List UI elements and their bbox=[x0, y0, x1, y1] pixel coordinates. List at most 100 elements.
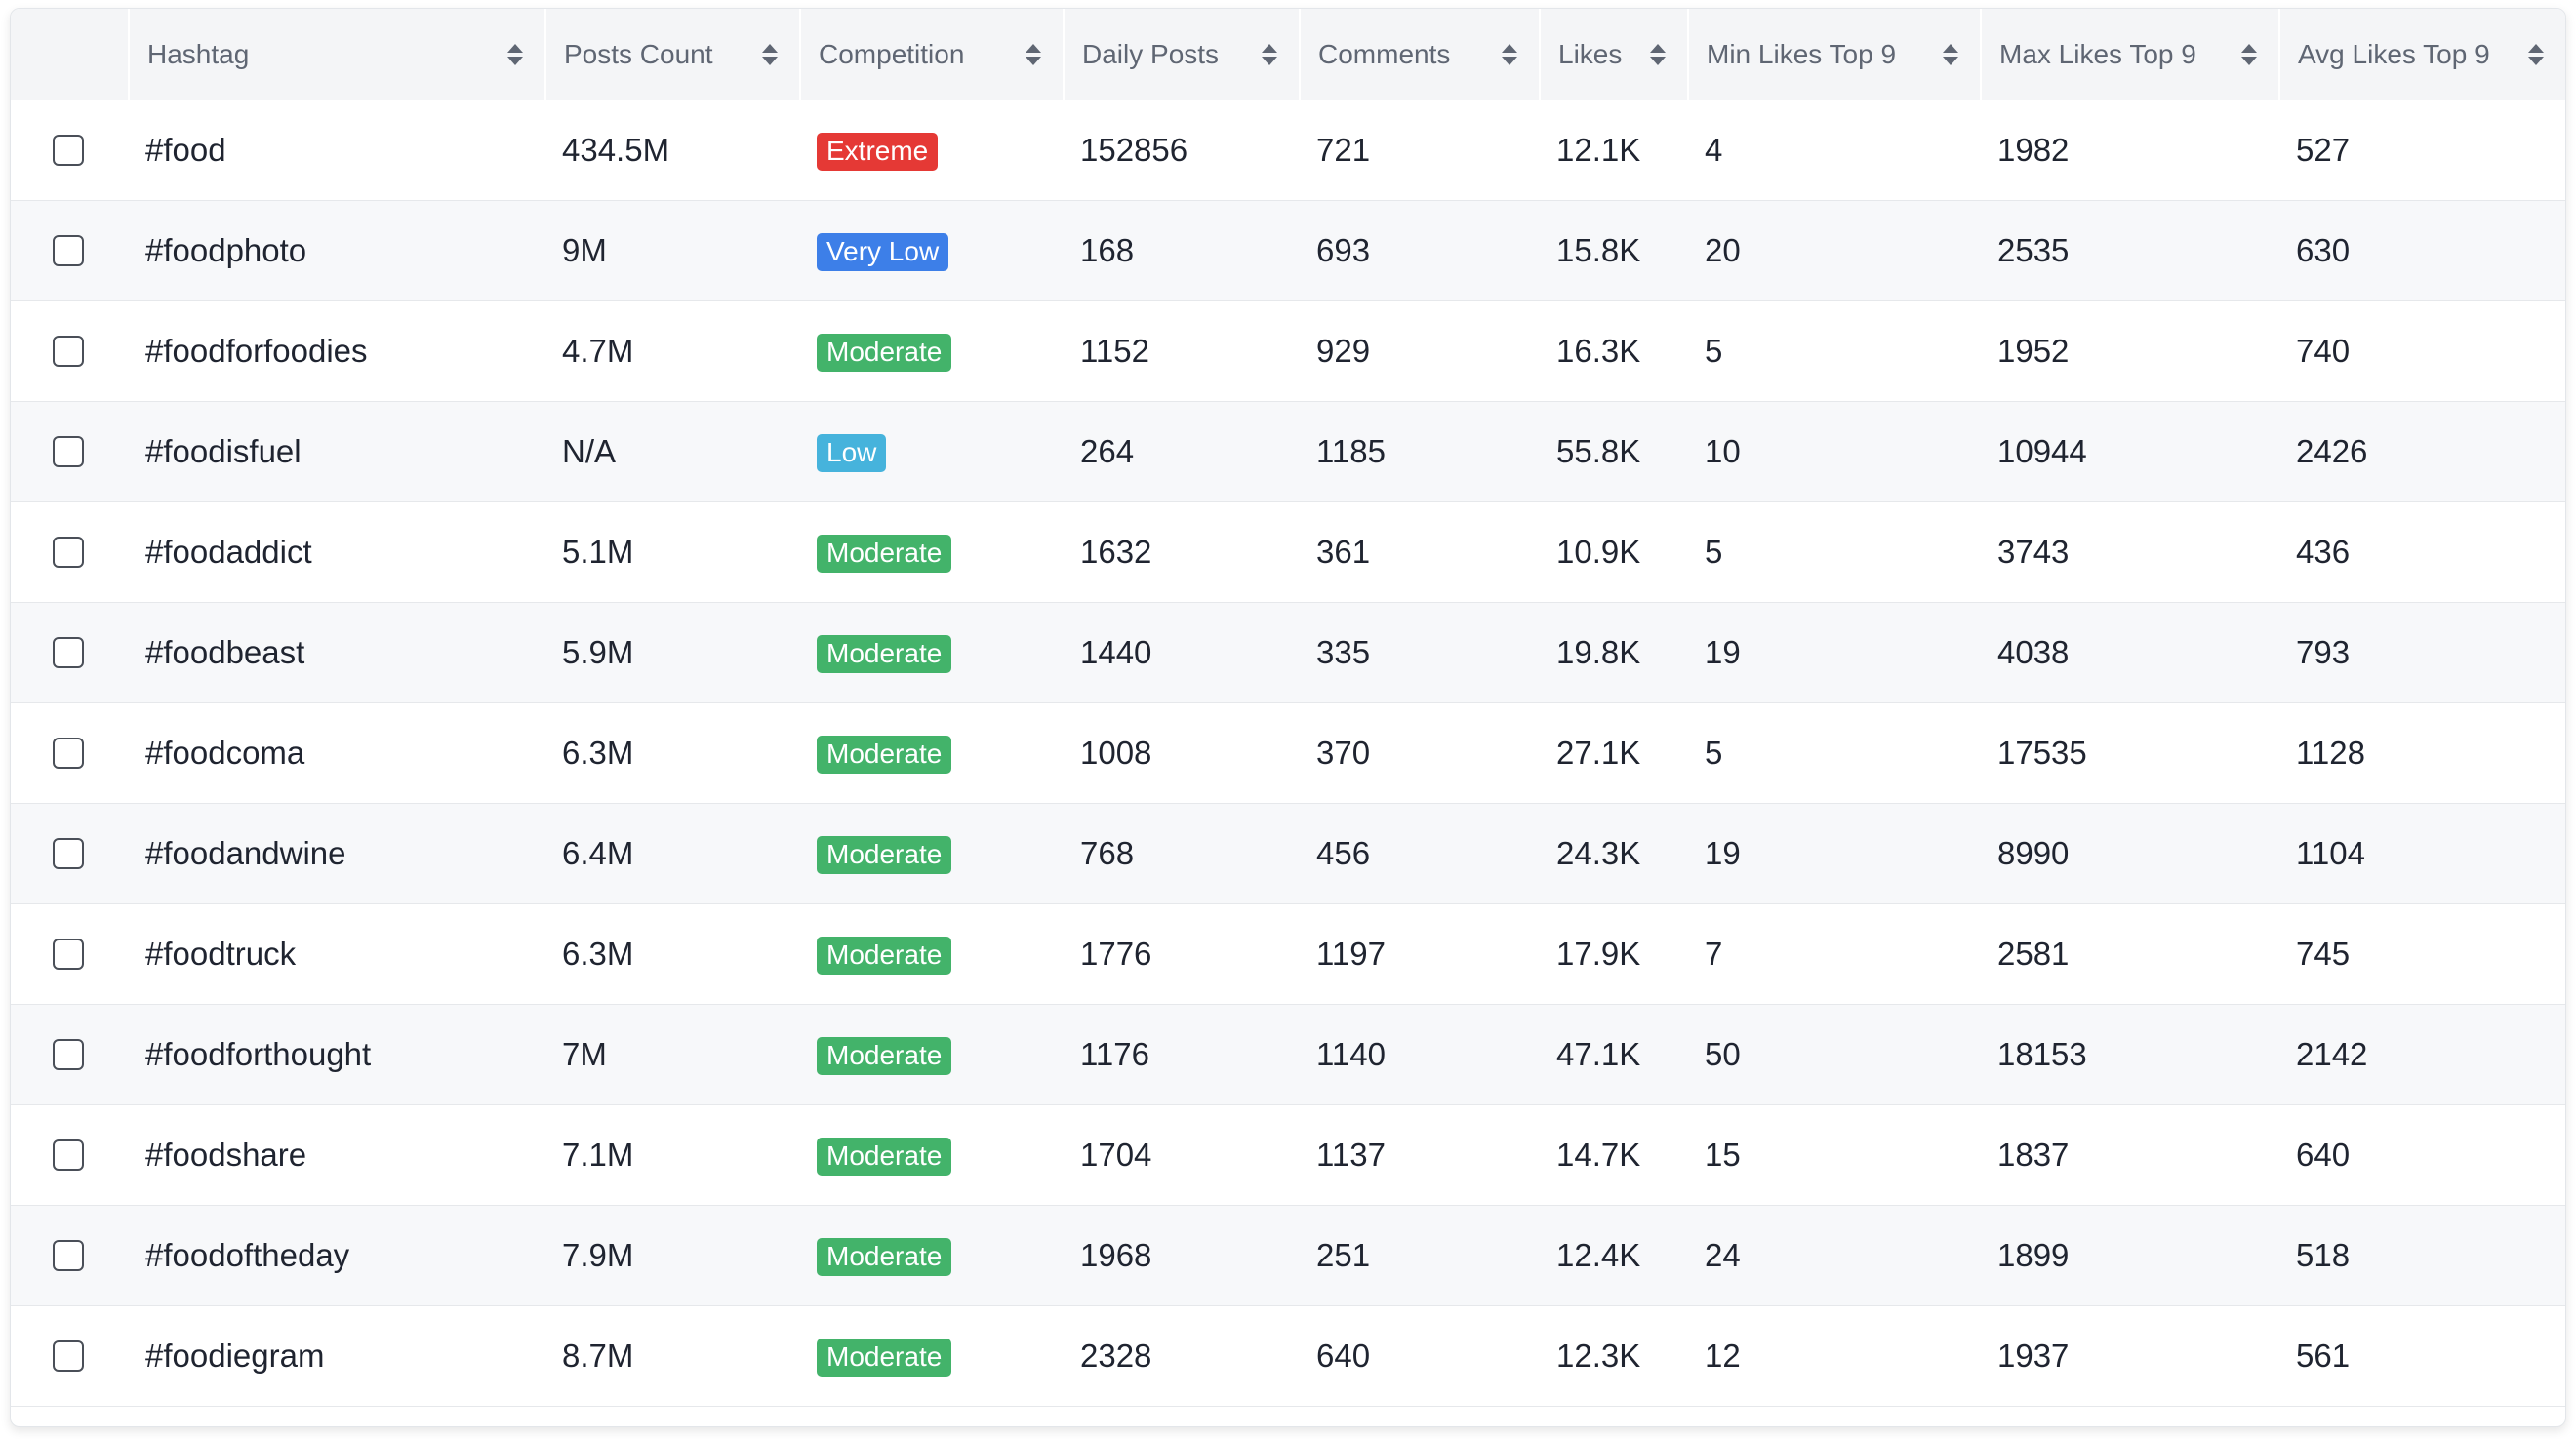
competition-badge: Moderate bbox=[817, 333, 952, 372]
row-select-cell bbox=[11, 235, 128, 266]
table-row[interactable]: #food 434.5M Extreme 152856 721 12.1K 4 1982 527 bbox=[11, 100, 2565, 201]
row-checkbox[interactable] bbox=[53, 537, 84, 568]
cell-competition: Moderate bbox=[799, 1035, 1063, 1075]
cell-max-likes-top9: 2581 bbox=[1997, 936, 2070, 972]
cell-competition: Low bbox=[799, 432, 1063, 472]
table-row[interactable]: #foodshare 7.1M Moderate 1704 1137 14.7K 15 183… bbox=[11, 1105, 2565, 1206]
cell-min-likes-top9: 19 bbox=[1705, 634, 1741, 670]
cell-likes: 19.8K bbox=[1556, 634, 1641, 670]
cell-likes: 47.1K bbox=[1556, 1036, 1641, 1072]
row-select-cell bbox=[11, 1240, 128, 1271]
cell-posts-count: 8.7M bbox=[562, 1338, 634, 1374]
column-header-likes[interactable]: Likes bbox=[1539, 9, 1687, 100]
sort-icon[interactable] bbox=[1502, 42, 1517, 67]
table-header: Hashtag Posts Count Competition Daily Posts… bbox=[11, 9, 2565, 100]
cell-avg-likes-top9: 561 bbox=[2296, 1338, 2351, 1374]
table-row[interactable]: #foodbeast 5.9M Moderate 1440 335 19.8K 19 4038… bbox=[11, 603, 2565, 703]
sort-icon[interactable] bbox=[2241, 42, 2257, 67]
cell-posts-count: 7.1M bbox=[562, 1137, 634, 1173]
sort-icon[interactable] bbox=[2528, 42, 2544, 67]
cell-max-likes-top9: 1937 bbox=[1997, 1338, 2070, 1374]
row-checkbox[interactable] bbox=[53, 939, 84, 970]
cell-daily-posts: 1440 bbox=[1080, 634, 1152, 670]
sort-icon[interactable] bbox=[1650, 42, 1666, 67]
cell-min-likes-top9: 20 bbox=[1705, 232, 1741, 268]
row-checkbox[interactable] bbox=[53, 336, 84, 367]
table-row[interactable]: #foodtruck 6.3M Moderate 1776 1197 17.9K 7 2581… bbox=[11, 904, 2565, 1005]
sort-icon[interactable] bbox=[1943, 42, 1958, 67]
table-row[interactable]: #foodandwine 6.4M Moderate 768 456 24.3K 19 899… bbox=[11, 804, 2565, 904]
column-header-competition[interactable]: Competition bbox=[799, 9, 1063, 100]
cell-avg-likes-top9: 527 bbox=[2296, 132, 2351, 168]
cell-comments: 1137 bbox=[1316, 1137, 1386, 1173]
cell-hashtag: #foodforthought bbox=[145, 1036, 372, 1072]
cell-min-likes-top9: 5 bbox=[1705, 735, 1723, 771]
row-select-cell bbox=[11, 336, 128, 367]
cell-hashtag: #foodforfoodies bbox=[145, 333, 368, 369]
cell-likes: 14.7K bbox=[1556, 1137, 1641, 1173]
cell-daily-posts: 1176 bbox=[1080, 1036, 1149, 1072]
table-row[interactable]: #foodaddict 5.1M Moderate 1632 361 10.9K 5 3743… bbox=[11, 502, 2565, 603]
table-row[interactable]: #foodforfoodies 4.7M Moderate 1152 929 16.3K 5… bbox=[11, 301, 2565, 402]
cell-competition: Moderate bbox=[799, 1136, 1063, 1176]
hashtag-table: Hashtag Posts Count Competition Daily Posts… bbox=[10, 8, 2566, 1427]
cell-daily-posts: 2328 bbox=[1080, 1338, 1152, 1374]
row-checkbox[interactable] bbox=[53, 1240, 84, 1271]
competition-badge: Very Low bbox=[817, 232, 949, 271]
column-header-daily-posts[interactable]: Daily Posts bbox=[1063, 9, 1299, 100]
column-header-avg-likes-top9[interactable]: Avg Likes Top 9 bbox=[2278, 9, 2565, 100]
column-header-label: Comments bbox=[1318, 39, 1451, 69]
competition-badge: Moderate bbox=[817, 1036, 952, 1075]
cell-daily-posts: 1968 bbox=[1080, 1237, 1152, 1273]
table-row[interactable]: #foodcoma 6.3M Moderate 1008 370 27.1K 5 17535 1… bbox=[11, 703, 2565, 804]
cell-hashtag: #foodcoma bbox=[145, 735, 305, 771]
row-checkbox[interactable] bbox=[53, 436, 84, 467]
row-select-cell bbox=[11, 1139, 128, 1171]
cell-comments: 335 bbox=[1316, 634, 1371, 670]
row-checkbox[interactable] bbox=[53, 738, 84, 769]
cell-competition: Moderate bbox=[799, 935, 1063, 975]
row-checkbox[interactable] bbox=[53, 838, 84, 869]
cell-min-likes-top9: 5 bbox=[1705, 534, 1723, 570]
column-header-label: Hashtag bbox=[147, 39, 250, 69]
table-row[interactable]: #foodiegram 8.7M Moderate 2328 640 12.3K 12 193… bbox=[11, 1306, 2565, 1407]
cell-posts-count: 434.5M bbox=[562, 132, 670, 168]
row-checkbox[interactable] bbox=[53, 1340, 84, 1372]
row-select-cell bbox=[11, 135, 128, 166]
sort-icon[interactable] bbox=[1026, 42, 1041, 67]
sort-icon[interactable] bbox=[762, 42, 778, 67]
row-checkbox[interactable] bbox=[53, 1139, 84, 1171]
column-header-hashtag[interactable]: Hashtag bbox=[128, 9, 544, 100]
row-checkbox[interactable] bbox=[53, 1039, 84, 1070]
cell-comments: 929 bbox=[1316, 333, 1371, 369]
row-checkbox[interactable] bbox=[53, 637, 84, 668]
column-header-posts-count[interactable]: Posts Count bbox=[544, 9, 799, 100]
competition-badge: Low bbox=[817, 433, 887, 472]
competition-badge: Moderate bbox=[817, 735, 952, 774]
row-checkbox[interactable] bbox=[53, 135, 84, 166]
cell-hashtag: #foodiegram bbox=[145, 1338, 325, 1374]
cell-hashtag: #food bbox=[145, 132, 226, 168]
cell-hashtag: #foodaddict bbox=[145, 534, 312, 570]
cell-competition: Moderate bbox=[799, 1337, 1063, 1377]
cell-daily-posts: 1152 bbox=[1080, 333, 1149, 369]
cell-likes: 55.8K bbox=[1556, 433, 1641, 469]
cell-max-likes-top9: 2535 bbox=[1997, 232, 2070, 268]
cell-posts-count: 5.9M bbox=[562, 634, 634, 670]
table-row[interactable]: #foodphoto 9M Very Low 168 693 15.8K 20 2535 630 bbox=[11, 201, 2565, 301]
table-row[interactable]: #foodisfuel N/A Low 264 1185 55.8K 10 10944 2426 bbox=[11, 402, 2565, 502]
cell-max-likes-top9: 3743 bbox=[1997, 534, 2070, 570]
table-row[interactable]: #foodforthought 7M Moderate 1176 1140 47.1K 50… bbox=[11, 1005, 2565, 1105]
column-header-max-likes-top9[interactable]: Max Likes Top 9 bbox=[1980, 9, 2278, 100]
cell-posts-count: 4.7M bbox=[562, 333, 634, 369]
cell-avg-likes-top9: 793 bbox=[2296, 634, 2351, 670]
sort-icon[interactable] bbox=[1262, 42, 1277, 67]
sort-icon[interactable] bbox=[507, 42, 523, 67]
cell-likes: 24.3K bbox=[1556, 835, 1641, 871]
column-header-comments[interactable]: Comments bbox=[1299, 9, 1539, 100]
column-header-min-likes-top9[interactable]: Min Likes Top 9 bbox=[1687, 9, 1980, 100]
cell-max-likes-top9: 8990 bbox=[1997, 835, 2070, 871]
cell-posts-count: 6.3M bbox=[562, 936, 634, 972]
row-checkbox[interactable] bbox=[53, 235, 84, 266]
table-row[interactable]: #foodoftheday 7.9M Moderate 1968 251 12.4K 24 1… bbox=[11, 1206, 2565, 1306]
